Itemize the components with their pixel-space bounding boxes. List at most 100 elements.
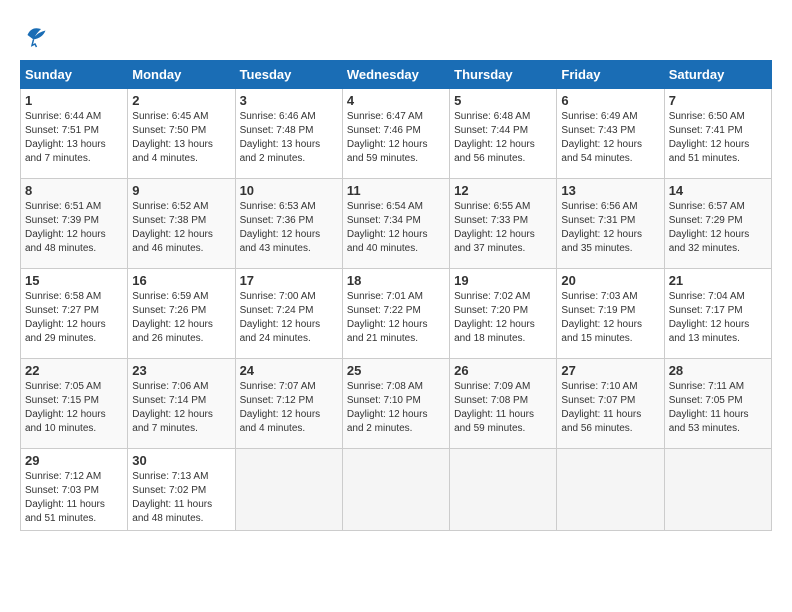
day-number: 13 (561, 183, 659, 198)
day-number: 9 (132, 183, 230, 198)
day-info: Sunrise: 6:59 AMSunset: 7:26 PMDaylight:… (132, 290, 230, 346)
day-number: 15 (25, 273, 123, 288)
day-info: Sunrise: 6:57 AMSunset: 7:29 PMDaylight:… (669, 200, 767, 256)
calendar-cell: 13Sunrise: 6:56 AMSunset: 7:31 PMDayligh… (557, 179, 664, 269)
calendar-cell (450, 449, 557, 531)
day-number: 11 (347, 183, 445, 198)
day-info: Sunrise: 6:45 AMSunset: 7:50 PMDaylight:… (132, 110, 230, 166)
day-number: 4 (347, 93, 445, 108)
day-info: Sunrise: 6:51 AMSunset: 7:39 PMDaylight:… (25, 200, 123, 256)
day-number: 22 (25, 363, 123, 378)
calendar-cell: 26 Sunrise: 7:09 AMSunset: 7:08 PMDayligh… (450, 359, 557, 449)
day-info: Sunrise: 7:06 AMSunset: 7:14 PMDaylight:… (132, 380, 230, 436)
day-number: 28 (669, 363, 767, 378)
day-info: Sunrise: 6:46 AMSunset: 7:48 PMDaylight:… (240, 110, 338, 166)
day-info: Sunrise: 6:44 AMSunset: 7:51 PMDaylight:… (25, 110, 123, 166)
calendar-cell: 6Sunrise: 6:49 AMSunset: 7:43 PMDaylight… (557, 89, 664, 179)
calendar-cell: 22 Sunrise: 7:05 AMSunset: 7:15 PMDayligh… (21, 359, 128, 449)
calendar-cell: 10Sunrise: 6:53 AMSunset: 7:36 PMDayligh… (235, 179, 342, 269)
day-number: 30 (132, 453, 230, 468)
day-info: Sunrise: 6:50 AMSunset: 7:41 PMDaylight:… (669, 110, 767, 166)
day-number: 14 (669, 183, 767, 198)
weekday-header-thursday: Thursday (450, 61, 557, 89)
calendar-cell: 2 Sunrise: 6:45 AMSunset: 7:50 PMDaylight… (128, 89, 235, 179)
calendar-cell: 3 Sunrise: 6:46 AMSunset: 7:48 PMDaylight… (235, 89, 342, 179)
calendar-cell: 7 Sunrise: 6:50 AMSunset: 7:41 PMDaylight… (664, 89, 771, 179)
calendar-cell: 30 Sunrise: 7:13 AMSunset: 7:02 PMDayligh… (128, 449, 235, 531)
calendar-cell: 1 Sunrise: 6:44 AMSunset: 7:51 PMDaylight… (21, 89, 128, 179)
day-info: Sunrise: 6:47 AMSunset: 7:46 PMDaylight:… (347, 110, 445, 166)
calendar-week-row: 1 Sunrise: 6:44 AMSunset: 7:51 PMDaylight… (21, 89, 772, 179)
logo-icon (20, 20, 50, 50)
weekday-header-sunday: Sunday (21, 61, 128, 89)
day-info: Sunrise: 7:13 AMSunset: 7:02 PMDaylight:… (132, 470, 230, 526)
day-info: Sunrise: 7:05 AMSunset: 7:15 PMDaylight:… (25, 380, 123, 436)
calendar-cell: 16 Sunrise: 6:59 AMSunset: 7:26 PMDayligh… (128, 269, 235, 359)
calendar-cell: 28 Sunrise: 7:11 AMSunset: 7:05 PMDayligh… (664, 359, 771, 449)
calendar-cell: 24 Sunrise: 7:07 AMSunset: 7:12 PMDayligh… (235, 359, 342, 449)
day-number: 20 (561, 273, 659, 288)
calendar-body: 1 Sunrise: 6:44 AMSunset: 7:51 PMDaylight… (21, 89, 772, 531)
day-number: 23 (132, 363, 230, 378)
day-info: Sunrise: 7:00 AMSunset: 7:24 PMDaylight:… (240, 290, 338, 346)
calendar-cell: 14 Sunrise: 6:57 AMSunset: 7:29 PMDayligh… (664, 179, 771, 269)
page-header (20, 20, 772, 50)
day-info: Sunrise: 6:52 AMSunset: 7:38 PMDaylight:… (132, 200, 230, 256)
day-info: Sunrise: 7:02 AMSunset: 7:20 PMDaylight:… (454, 290, 552, 346)
day-number: 21 (669, 273, 767, 288)
calendar-cell: 29 Sunrise: 7:12 AMSunset: 7:03 PMDayligh… (21, 449, 128, 531)
day-info: Sunrise: 7:09 AMSunset: 7:08 PMDaylight:… (454, 380, 552, 436)
weekday-header-wednesday: Wednesday (342, 61, 449, 89)
calendar-cell: 25 Sunrise: 7:08 AMSunset: 7:10 PMDayligh… (342, 359, 449, 449)
weekday-header-saturday: Saturday (664, 61, 771, 89)
day-number: 29 (25, 453, 123, 468)
calendar-cell: 21Sunrise: 7:04 AMSunset: 7:17 PMDayligh… (664, 269, 771, 359)
logo (20, 20, 54, 50)
day-number: 10 (240, 183, 338, 198)
calendar-week-row: 29 Sunrise: 7:12 AMSunset: 7:03 PMDayligh… (21, 449, 772, 531)
day-number: 5 (454, 93, 552, 108)
day-info: Sunrise: 7:01 AMSunset: 7:22 PMDaylight:… (347, 290, 445, 346)
day-number: 26 (454, 363, 552, 378)
weekday-header-tuesday: Tuesday (235, 61, 342, 89)
day-number: 18 (347, 273, 445, 288)
weekday-header-friday: Friday (557, 61, 664, 89)
day-number: 1 (25, 93, 123, 108)
day-number: 8 (25, 183, 123, 198)
calendar-week-row: 15 Sunrise: 6:58 AMSunset: 7:27 PMDayligh… (21, 269, 772, 359)
calendar-cell: 8 Sunrise: 6:51 AMSunset: 7:39 PMDaylight… (21, 179, 128, 269)
day-info: Sunrise: 7:07 AMSunset: 7:12 PMDaylight:… (240, 380, 338, 436)
day-number: 3 (240, 93, 338, 108)
day-info: Sunrise: 7:03 AMSunset: 7:19 PMDaylight:… (561, 290, 659, 346)
day-number: 24 (240, 363, 338, 378)
day-info: Sunrise: 6:49 AMSunset: 7:43 PMDaylight:… (561, 110, 659, 166)
day-info: Sunrise: 7:08 AMSunset: 7:10 PMDaylight:… (347, 380, 445, 436)
calendar-cell: 15 Sunrise: 6:58 AMSunset: 7:27 PMDayligh… (21, 269, 128, 359)
calendar-cell: 4 Sunrise: 6:47 AMSunset: 7:46 PMDaylight… (342, 89, 449, 179)
calendar-cell: 20 Sunrise: 7:03 AMSunset: 7:19 PMDayligh… (557, 269, 664, 359)
day-info: Sunrise: 7:12 AMSunset: 7:03 PMDaylight:… (25, 470, 123, 526)
calendar-cell: 5 Sunrise: 6:48 AMSunset: 7:44 PMDaylight… (450, 89, 557, 179)
day-number: 27 (561, 363, 659, 378)
calendar-cell (664, 449, 771, 531)
calendar-cell (235, 449, 342, 531)
day-number: 12 (454, 183, 552, 198)
day-number: 16 (132, 273, 230, 288)
calendar-cell: 27 Sunrise: 7:10 AMSunset: 7:07 PMDayligh… (557, 359, 664, 449)
calendar-cell: 19Sunrise: 7:02 AMSunset: 7:20 PMDayligh… (450, 269, 557, 359)
weekday-header-monday: Monday (128, 61, 235, 89)
day-info: Sunrise: 6:58 AMSunset: 7:27 PMDaylight:… (25, 290, 123, 346)
calendar-header-row: SundayMondayTuesdayWednesdayThursdayFrid… (21, 61, 772, 89)
day-info: Sunrise: 7:11 AMSunset: 7:05 PMDaylight:… (669, 380, 767, 436)
calendar-cell: 18 Sunrise: 7:01 AMSunset: 7:22 PMDayligh… (342, 269, 449, 359)
day-number: 7 (669, 93, 767, 108)
calendar-cell: 23 Sunrise: 7:06 AMSunset: 7:14 PMDayligh… (128, 359, 235, 449)
day-number: 2 (132, 93, 230, 108)
day-info: Sunrise: 6:48 AMSunset: 7:44 PMDaylight:… (454, 110, 552, 166)
day-info: Sunrise: 7:10 AMSunset: 7:07 PMDaylight:… (561, 380, 659, 436)
day-number: 17 (240, 273, 338, 288)
calendar-cell: 17 Sunrise: 7:00 AMSunset: 7:24 PMDayligh… (235, 269, 342, 359)
calendar-cell: 12 Sunrise: 6:55 AMSunset: 7:33 PMDayligh… (450, 179, 557, 269)
day-info: Sunrise: 6:55 AMSunset: 7:33 PMDaylight:… (454, 200, 552, 256)
day-number: 25 (347, 363, 445, 378)
